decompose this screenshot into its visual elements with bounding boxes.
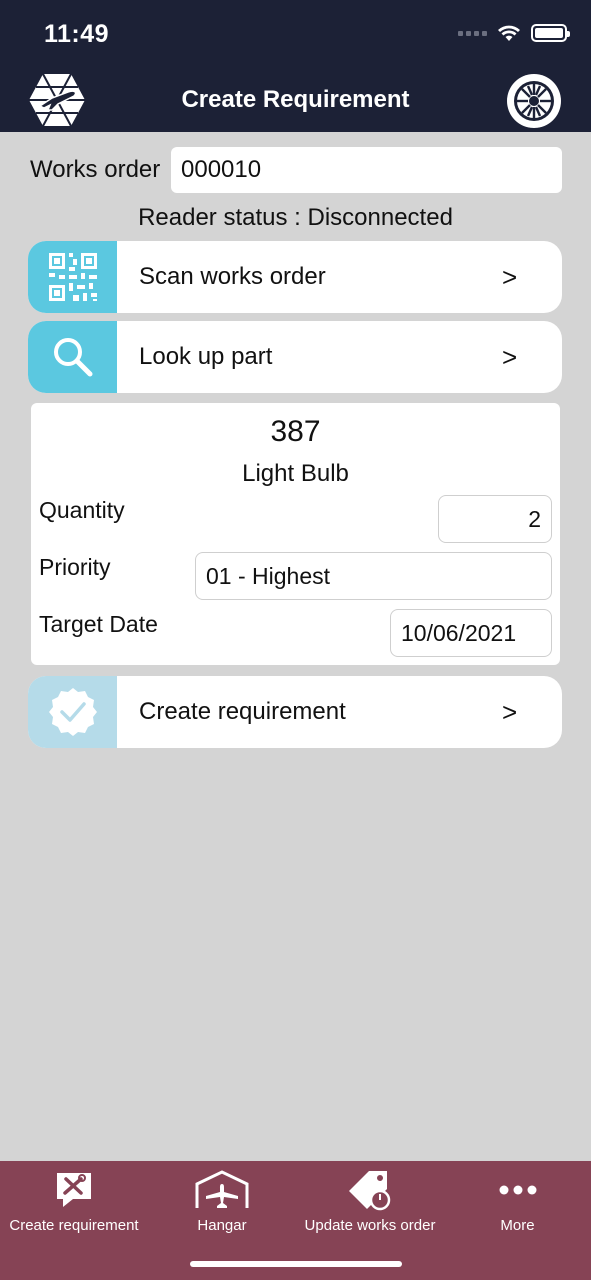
target-date-label: Target Date [39,611,158,637]
quantity-label: Quantity [39,497,125,523]
tag-timer-icon [347,1167,393,1213]
chevron-right-icon: > [502,696,518,727]
part-number: 387 [270,415,321,448]
chevron-right-icon: > [502,261,518,292]
tab-label: Update works order [304,1217,436,1234]
home-indicator [190,1261,402,1267]
tab-label: Create requirement [9,1217,139,1234]
page-title: Create Requirement [181,86,410,113]
engine-menu-button[interactable] [507,74,561,128]
reader-status-value: Disconnected [307,204,453,231]
scan-works-order-label: Scan works order [139,263,326,290]
target-date-value: 10/06/2021 [401,619,517,646]
turbine-icon [514,81,554,121]
scan-works-order-button[interactable]: Scan works order > [28,241,562,313]
more-icon [498,1167,538,1213]
reader-status-label: Reader status : [138,204,301,231]
hangar-icon [194,1167,250,1213]
part-details-card: 387 Light Bulb Quantity 2 Priority 01 - … [31,403,560,665]
priority-label: Priority [39,554,111,580]
wifi-icon [498,25,520,41]
tab-hangar[interactable]: Hangar [148,1161,296,1241]
priority-value: 01 - Highest [206,562,331,589]
reader-status: Reader status : Disconnected [0,204,591,232]
tab-create-requirement[interactable]: Create requirement [0,1161,148,1241]
chevron-right-icon: > [502,341,518,372]
look-up-part-label: Look up part [139,343,273,370]
qr-code-icon [28,241,117,313]
create-requirement-button[interactable]: Create requirement > [28,676,562,748]
app-header: 11:49 Create Requirement [0,0,591,132]
part-name: Light Bulb [242,460,349,487]
tab-update-works-order[interactable]: Update works order [296,1161,444,1241]
tab-label: Hangar [197,1217,247,1234]
quantity-value: 2 [528,505,541,532]
status-icons [458,24,570,42]
look-up-part-button[interactable]: Look up part > [28,321,562,393]
quantity-field[interactable]: 2 [438,495,552,543]
battery-icon [531,24,570,42]
works-order-input[interactable] [171,147,562,193]
cellular-signal-icon [458,30,487,36]
tools-icon [53,1167,95,1213]
priority-select[interactable]: 01 - Highest [195,552,552,600]
check-badge-icon [28,676,117,748]
search-icon [28,321,117,393]
works-order-label: Works order [30,156,161,183]
create-requirement-label: Create requirement [139,698,346,725]
target-date-picker[interactable]: 10/06/2021 [390,609,552,657]
tab-more[interactable]: More [444,1161,591,1241]
status-time: 11:49 [44,20,110,48]
tab-label: More [500,1217,535,1234]
